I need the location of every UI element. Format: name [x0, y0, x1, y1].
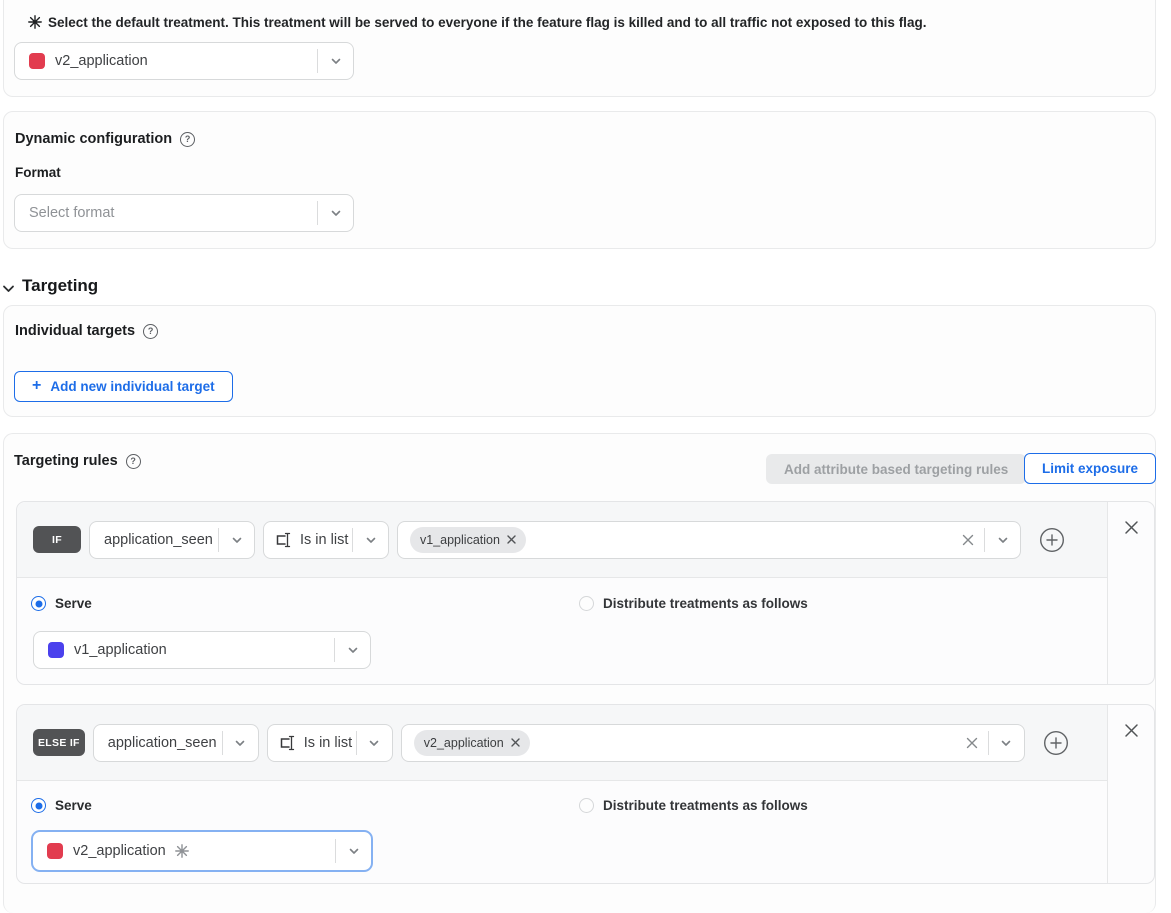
distribute-radio-option[interactable]: Distribute treatments as follows: [579, 596, 808, 611]
default-treatment-value: v2_application: [55, 53, 148, 69]
dynamic-configuration-title: Dynamic configuration: [15, 131, 172, 147]
clear-values-icon[interactable]: [952, 533, 984, 547]
targeting-rules-title: Targeting rules: [14, 453, 118, 469]
default-treatment-note: Select the default treatment. This treat…: [48, 15, 926, 30]
individual-targets-title: Individual targets: [15, 323, 135, 339]
value-tag-label: v2_application: [424, 736, 504, 750]
serve-treatment-value: v2_application: [73, 843, 166, 859]
limit-exposure-button[interactable]: Limit exposure: [1024, 453, 1156, 484]
rule-condition-row: IF application_seen Is in list: [17, 502, 1107, 578]
treatment-color-swatch: [47, 843, 63, 859]
targeting-collapse-chevron-icon[interactable]: [1, 281, 16, 296]
radio-unselected-icon[interactable]: [579, 798, 594, 813]
string-type-icon: [278, 735, 297, 751]
attribute-value: application_seen: [104, 532, 213, 548]
default-treatment-asterisk-icon: [28, 15, 42, 29]
distribute-radio-option[interactable]: Distribute treatments as follows: [579, 798, 808, 813]
chevron-down-icon: [336, 844, 371, 858]
clear-values-icon[interactable]: [956, 736, 988, 750]
add-individual-target-label: Add new individual target: [50, 379, 214, 394]
help-icon[interactable]: ?: [126, 454, 141, 469]
distribute-label: Distribute treatments as follows: [603, 798, 808, 813]
matcher-select[interactable]: Is in list: [263, 521, 389, 559]
help-icon[interactable]: ?: [143, 324, 158, 339]
chevron-down-icon[interactable]: [985, 533, 1020, 547]
string-type-icon: [274, 532, 293, 548]
attribute-value: application_seen: [108, 735, 217, 751]
radio-selected-icon[interactable]: [31, 798, 46, 813]
distribute-label: Distribute treatments as follows: [603, 596, 808, 611]
chevron-down-icon: [318, 206, 353, 220]
help-icon[interactable]: ?: [180, 132, 195, 147]
targeting-rule-card: IF application_seen Is in list: [16, 501, 1155, 685]
chevron-down-icon: [318, 54, 353, 68]
values-multiselect-input[interactable]: v1_application: [397, 521, 1021, 559]
rule-side-column: [1107, 705, 1154, 883]
chevron-down-icon: [357, 736, 392, 750]
default-treatment-asterisk-icon: [175, 844, 189, 858]
attribute-select[interactable]: application_seen: [93, 724, 259, 762]
serve-label: Serve: [55, 798, 92, 813]
value-tag: v1_application: [410, 527, 526, 553]
serve-label: Serve: [55, 596, 92, 611]
add-condition-button[interactable]: [1043, 730, 1069, 756]
remove-tag-icon[interactable]: [507, 535, 516, 544]
rule-condition-row: ELSE IF application_seen Is in list: [17, 705, 1107, 781]
format-select-placeholder: Select format: [29, 205, 114, 221]
matcher-value: Is in list: [300, 532, 348, 548]
value-tag: v2_application: [414, 730, 530, 756]
add-attribute-rules-button[interactable]: Add attribute based targeting rules: [766, 454, 1026, 484]
chevron-down-icon[interactable]: [989, 736, 1024, 750]
rule-side-column: [1107, 502, 1154, 684]
add-individual-target-button[interactable]: + Add new individual target: [14, 371, 233, 402]
values-multiselect-input[interactable]: v2_application: [401, 724, 1025, 762]
targeting-rule-card: ELSE IF application_seen Is in list: [16, 704, 1155, 884]
plus-icon: +: [32, 377, 41, 395]
chevron-down-icon: [335, 643, 370, 657]
format-select[interactable]: Select format: [14, 194, 354, 232]
add-condition-button[interactable]: [1039, 527, 1065, 553]
treatment-color-swatch: [48, 642, 64, 658]
matcher-select[interactable]: Is in list: [267, 724, 393, 762]
remove-rule-button[interactable]: [1124, 723, 1139, 738]
default-treatment-select[interactable]: v2_application: [14, 42, 354, 80]
serve-treatment-value: v1_application: [74, 642, 167, 658]
serve-treatment-select[interactable]: v2_application: [31, 830, 373, 872]
chevron-down-icon: [223, 736, 258, 750]
attribute-select[interactable]: application_seen: [89, 521, 255, 559]
matcher-value: Is in list: [304, 735, 352, 751]
remove-rule-button[interactable]: [1124, 520, 1139, 535]
serve-radio-option[interactable]: Serve: [31, 596, 92, 611]
rule-keyword-badge: IF: [33, 526, 81, 553]
chevron-down-icon: [353, 533, 388, 547]
rule-keyword-badge: ELSE IF: [33, 729, 85, 756]
format-label: Format: [15, 165, 61, 180]
radio-selected-icon[interactable]: [31, 596, 46, 611]
value-tag-label: v1_application: [420, 533, 500, 547]
remove-tag-icon[interactable]: [511, 738, 520, 747]
chevron-down-icon: [219, 533, 254, 547]
serve-treatment-select[interactable]: v1_application: [33, 631, 371, 669]
serve-radio-option[interactable]: Serve: [31, 798, 92, 813]
targeting-section-title: Targeting: [22, 276, 98, 296]
radio-unselected-icon[interactable]: [579, 596, 594, 611]
treatment-color-swatch: [29, 53, 45, 69]
